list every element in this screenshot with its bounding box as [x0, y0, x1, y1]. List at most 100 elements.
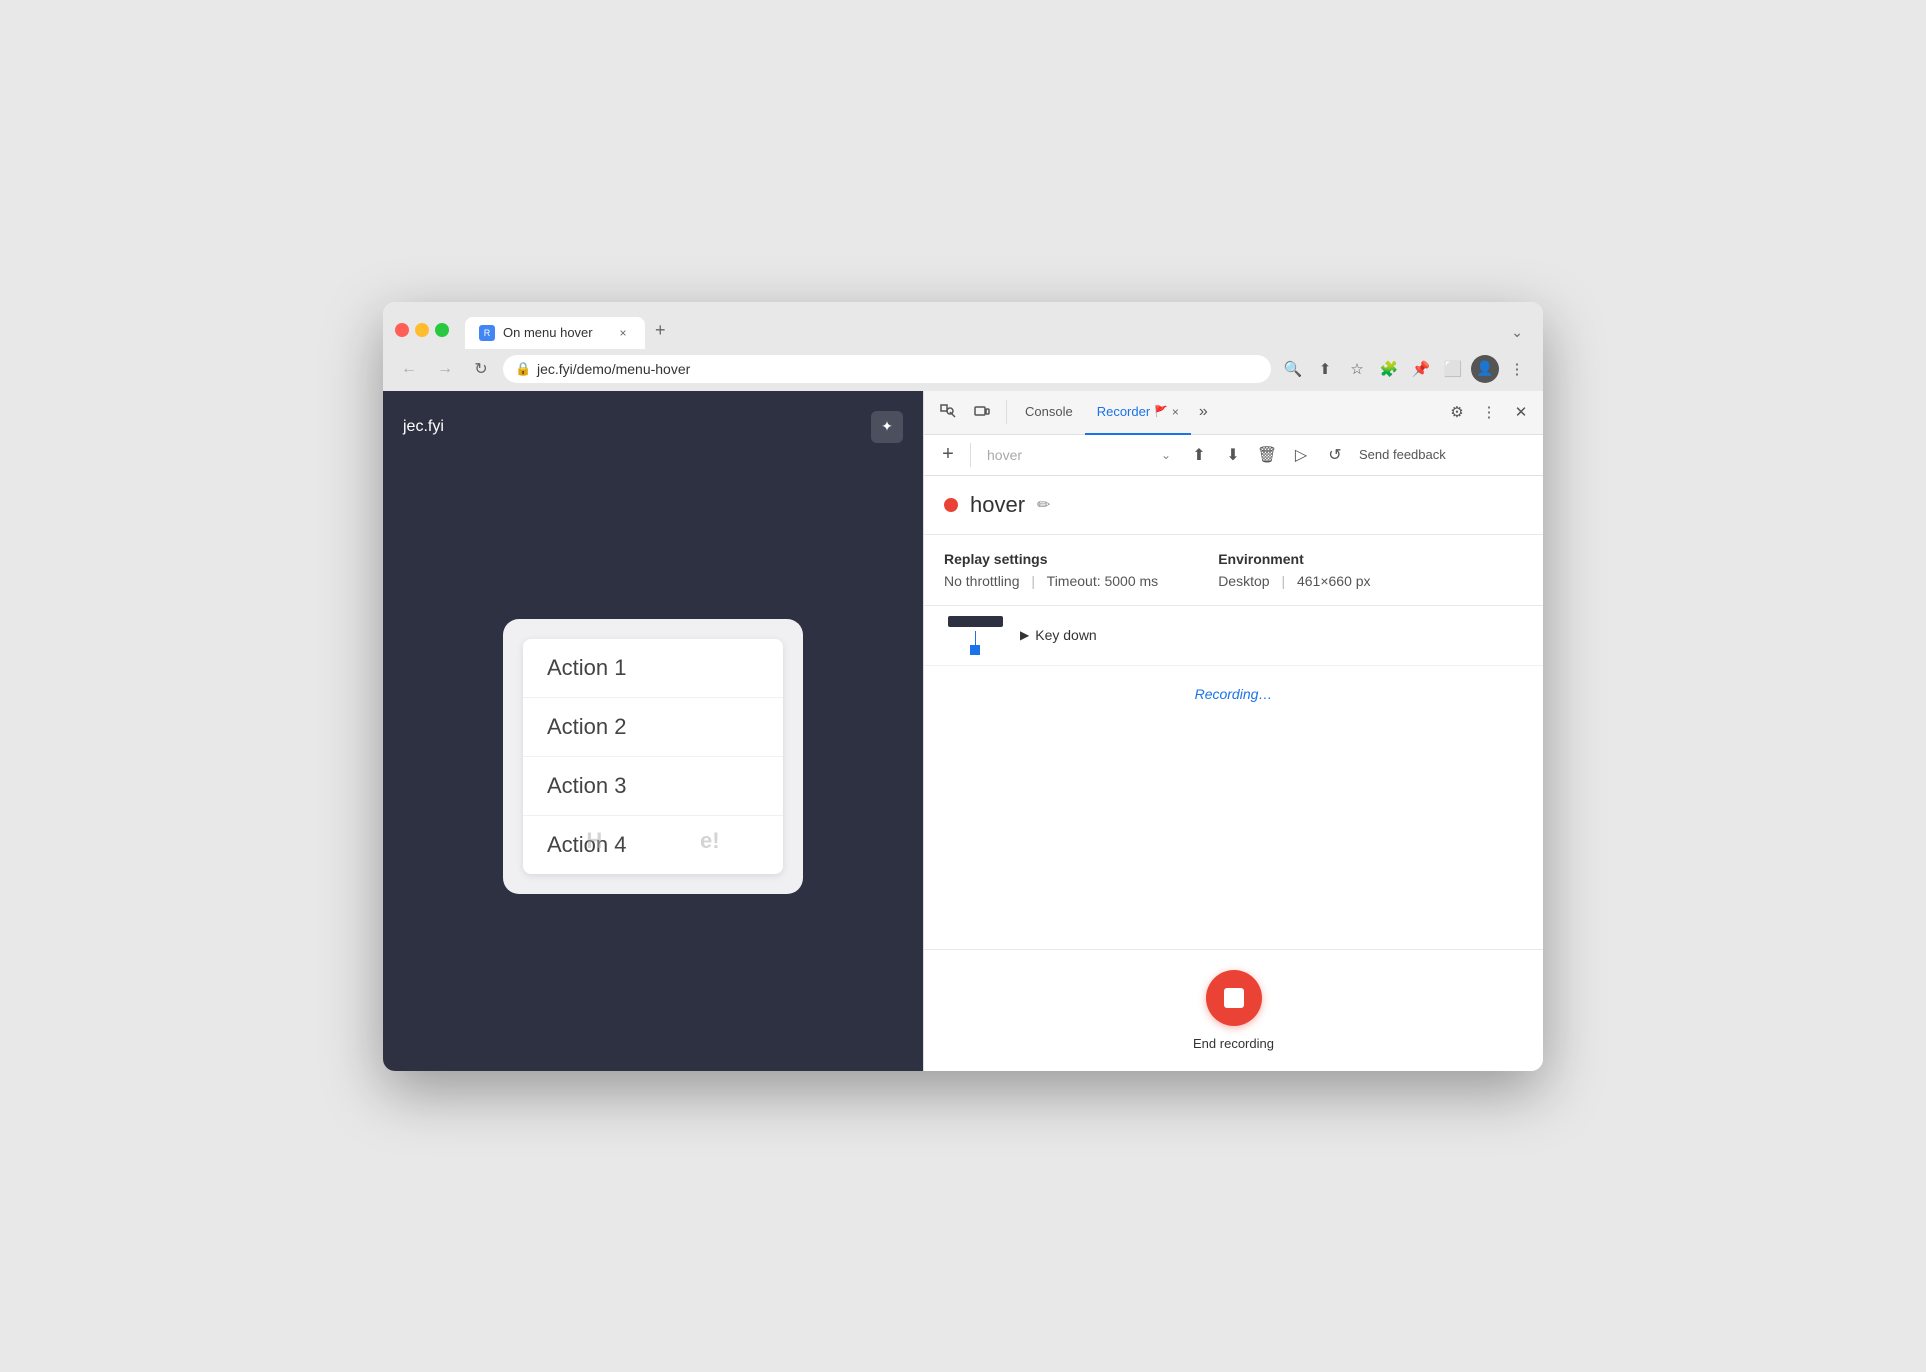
replay-settings-area: Replay settings No throttling | Timeout:… — [924, 535, 1543, 606]
recorder-tab-close[interactable]: × — [1172, 405, 1179, 419]
refresh-button[interactable]: ↻ — [467, 355, 495, 383]
recording-select[interactable]: hover ⌄ — [979, 443, 1179, 467]
menu-list: Action 1 Action 2 Action 3 Action 4 — [523, 639, 783, 874]
step-row-keydown: ▶ Key down — [924, 606, 1543, 666]
recorder-toolbar: + hover ⌄ ⬆ ⬇ 🗑 ▷ — [924, 435, 1543, 476]
tab-title: On menu hover — [503, 325, 593, 340]
address-bar: ← → ↻ 🔒 jec.fyi/demo/menu-hover 🔍 ⬆ ☆ 🧩 … — [383, 349, 1543, 391]
send-feedback-link[interactable]: Send feedback — [1359, 447, 1446, 462]
recorder-tab[interactable]: Recorder 🚩 × — [1085, 391, 1191, 435]
tab-bar: R On menu hover × + ⌄ — [465, 312, 1531, 349]
split-icon[interactable]: ⬜ — [1439, 355, 1467, 383]
toolbar-separator — [970, 443, 971, 467]
step-label: Key down — [1035, 627, 1096, 643]
title-bar: R On menu hover × + ⌄ — [383, 302, 1543, 349]
tab-chevron-icon[interactable]: ⌄ — [1503, 316, 1531, 349]
delete-icon: 🗑 — [1257, 445, 1277, 465]
import-icon: ⬇ — [1226, 445, 1239, 465]
step-expand-arrow: ▶ — [1020, 628, 1029, 642]
edit-name-icon[interactable]: ✏ — [1037, 495, 1050, 515]
tab-close-button[interactable]: × — [615, 325, 631, 341]
traffic-lights — [395, 323, 449, 337]
steps-area: ▶ Key down Recording… — [924, 606, 1543, 949]
timeout-value: Timeout: 5000 ms — [1047, 573, 1159, 589]
environment-label: Environment — [1218, 551, 1370, 567]
step-dot — [970, 645, 980, 655]
export-button[interactable]: ⬆ — [1185, 441, 1213, 469]
close-traffic-light[interactable] — [395, 323, 409, 337]
delete-button[interactable]: 🗑 — [1253, 441, 1281, 469]
end-recording-label: End recording — [1193, 1036, 1274, 1051]
replay-icon: ▷ — [1295, 445, 1307, 465]
theme-icon: ✦ — [881, 418, 893, 435]
select-chevron-icon: ⌄ — [1161, 448, 1171, 462]
toolbar-icons: 🔍 ⬆ ☆ 🧩 📌 ⬜ 👤 ⋮ — [1279, 355, 1531, 383]
console-tab[interactable]: Console — [1013, 391, 1085, 435]
recording-dot — [944, 498, 958, 512]
menu-card: H e! Action 1 Action 2 Action 3 Action 4 — [503, 619, 803, 894]
forward-icon: → — [437, 360, 453, 378]
replay-settings-label: Replay settings — [944, 551, 1158, 567]
export-icon: ⬆ — [1192, 445, 1205, 465]
dimensions-value: 461×660 px — [1297, 573, 1371, 589]
active-tab[interactable]: R On menu hover × — [465, 317, 645, 349]
back-button[interactable]: ← — [395, 355, 423, 383]
minimize-traffic-light[interactable] — [415, 323, 429, 337]
extension-icon[interactable]: 🧩 — [1375, 355, 1403, 383]
recording-name-area: hover ✏ — [924, 476, 1543, 535]
end-recording-button[interactable] — [1206, 970, 1262, 1026]
theme-button[interactable]: ✦ — [871, 411, 903, 443]
lock-icon: 🔒 — [515, 361, 531, 377]
replay-settings-values: No throttling | Timeout: 5000 ms — [944, 573, 1158, 589]
pin-icon[interactable]: 📌 — [1407, 355, 1435, 383]
devtools-close-button[interactable]: ✕ — [1507, 398, 1535, 426]
refresh-icon: ↻ — [474, 359, 487, 379]
recorder-badge: 🚩 — [1154, 405, 1168, 418]
environment-col: Environment Desktop | 461×660 px — [1218, 551, 1370, 589]
key-down-step[interactable]: ▶ Key down — [1020, 627, 1097, 643]
replay-settings-col: Replay settings No throttling | Timeout:… — [944, 551, 1158, 589]
forward-button[interactable]: → — [431, 355, 459, 383]
devtools-tab-separator — [1006, 400, 1007, 424]
address-wrapper: 🔒 jec.fyi/demo/menu-hover — [503, 355, 1271, 383]
address-input[interactable]: jec.fyi/demo/menu-hover — [503, 355, 1271, 383]
menu-item-4[interactable]: Action 4 — [523, 816, 783, 874]
bookmark-icon[interactable]: ☆ — [1343, 355, 1371, 383]
slow-replay-button[interactable]: ↺ — [1321, 441, 1349, 469]
import-button[interactable]: ⬇ — [1219, 441, 1247, 469]
step-indicator — [970, 631, 980, 655]
new-tab-button[interactable]: + — [645, 312, 676, 349]
profile-icon[interactable]: 👤 — [1471, 355, 1499, 383]
add-recording-button[interactable]: + — [934, 441, 962, 469]
menu-item-3[interactable]: Action 3 — [523, 757, 783, 816]
tab-favicon: R — [479, 325, 495, 341]
more-options-icon[interactable]: ⋮ — [1503, 355, 1531, 383]
device-toolbar-icon[interactable] — [966, 396, 998, 428]
slow-replay-icon: ↺ — [1328, 445, 1341, 465]
step-bar — [948, 616, 1003, 627]
page-logo: jec.fyi — [403, 418, 444, 436]
menu-item-2[interactable]: Action 2 — [523, 698, 783, 757]
settings-separator: | — [1031, 573, 1035, 589]
inspect-element-icon[interactable] — [932, 396, 964, 428]
devtools-settings-button[interactable]: ⚙ — [1443, 398, 1471, 426]
main-content: jec.fyi ✦ H e! Action 1 Action 2 Action … — [383, 391, 1543, 1071]
devtools-tab-bar: Console Recorder 🚩 × » ⚙ ⋮ ✕ — [924, 391, 1543, 435]
menu-item-1[interactable]: Action 1 — [523, 639, 783, 698]
devtools-more-tabs[interactable]: » — [1191, 403, 1216, 421]
desktop-value: Desktop — [1218, 573, 1269, 589]
page-header: jec.fyi ✦ — [403, 411, 903, 443]
env-separator: | — [1281, 573, 1285, 589]
search-icon[interactable]: 🔍 — [1279, 355, 1307, 383]
recording-select-text: hover — [987, 447, 1155, 463]
devtools-more-options[interactable]: ⋮ — [1475, 398, 1503, 426]
devtools-actions: ⚙ ⋮ ✕ — [1443, 398, 1535, 426]
step-line-top — [975, 631, 976, 645]
share-icon[interactable]: ⬆ — [1311, 355, 1339, 383]
maximize-traffic-light[interactable] — [435, 323, 449, 337]
back-icon: ← — [401, 360, 417, 378]
throttling-value: No throttling — [944, 573, 1019, 589]
browser-window: R On menu hover × + ⌄ ← → ↻ 🔒 jec.fyi/de… — [383, 302, 1543, 1071]
replay-button[interactable]: ▷ — [1287, 441, 1315, 469]
stop-icon — [1224, 988, 1244, 1008]
